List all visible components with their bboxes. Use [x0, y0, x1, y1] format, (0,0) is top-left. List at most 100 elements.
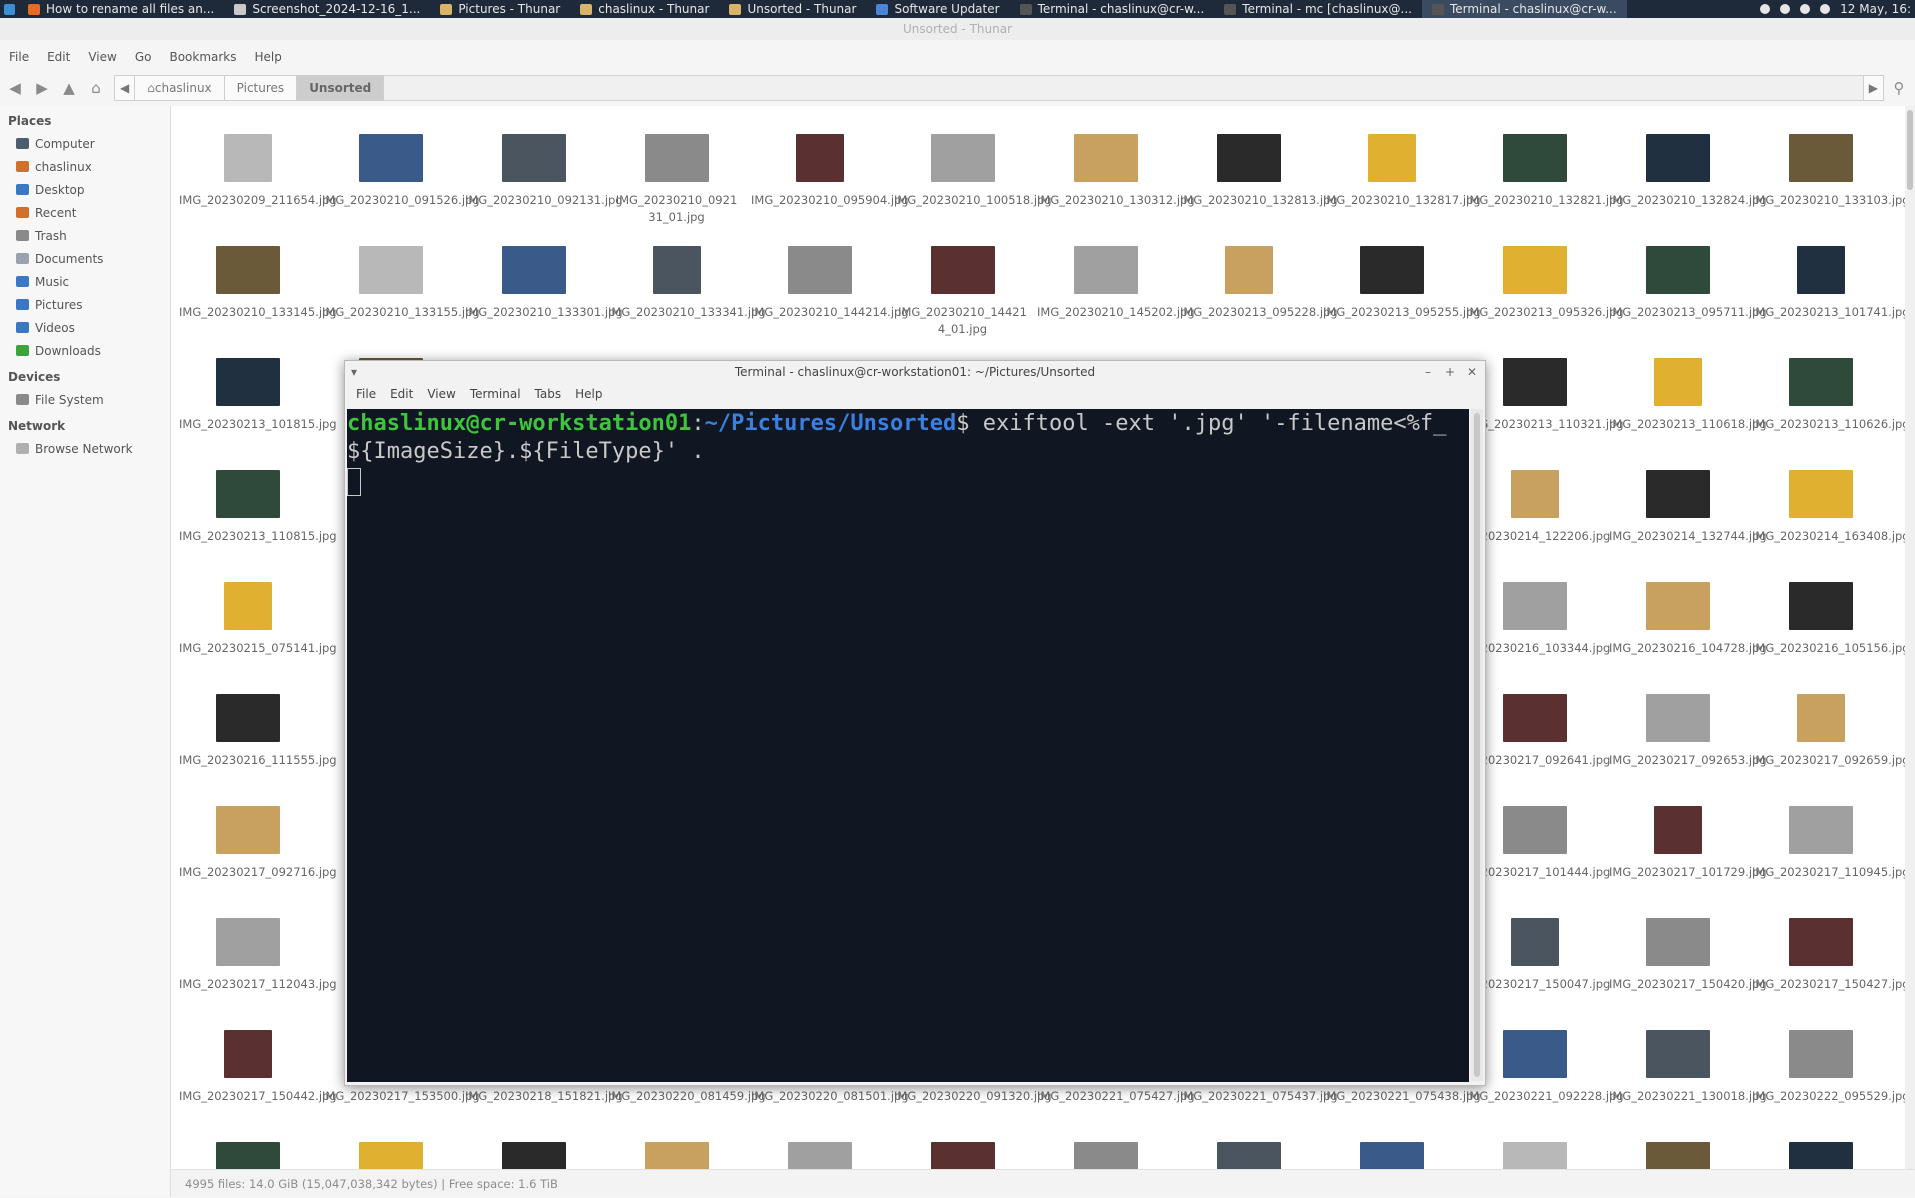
- file-item[interactable]: IMG_20230210_144214.jpg: [751, 228, 909, 328]
- taskbar-task[interactable]: Terminal - chaslinux@cr-w...: [1010, 0, 1215, 18]
- file-item[interactable]: IMG_20230210_133341.jpg: [608, 228, 766, 328]
- file-item[interactable]: IMG_20230210_133155.jpg: [322, 228, 480, 328]
- taskbar-task[interactable]: Unsorted - Thunar: [719, 0, 866, 18]
- sidebar-item-desktop[interactable]: Desktop: [0, 178, 170, 201]
- sidebar-item-chaslinux[interactable]: chaslinux: [0, 155, 170, 178]
- file-item[interactable]: IMG_20230214_132744.jpg: [1609, 452, 1767, 552]
- file-item[interactable]: IMG_20230210_14421 4_01.jpg: [894, 228, 1031, 336]
- volume-icon[interactable]: [1820, 4, 1831, 14]
- terminal-scrollbar[interactable]: [1471, 409, 1483, 1081]
- sidebar-item-recent[interactable]: Recent: [0, 201, 170, 224]
- terminal-menu-item[interactable]: View: [420, 383, 462, 405]
- terminal-menu-item[interactable]: File: [349, 383, 383, 405]
- file-item[interactable]: IMG_20230210_092131.jpg: [465, 116, 623, 216]
- file-item[interactable]: IMG_20230216_105156.jpg: [1752, 564, 1905, 664]
- file-item[interactable]: [608, 1124, 745, 1169]
- content-scrollbar[interactable]: [1905, 106, 1915, 1169]
- back-icon[interactable]: ◀: [3, 76, 27, 100]
- taskbar-task[interactable]: chaslinux - Thunar: [570, 0, 719, 18]
- file-item[interactable]: [1466, 1124, 1603, 1169]
- menu-item[interactable]: File: [0, 46, 38, 68]
- terminal-menu-item[interactable]: Terminal: [463, 383, 528, 405]
- file-item[interactable]: IMG_20230210_132824.jpg: [1609, 116, 1767, 216]
- file-item[interactable]: [1609, 1124, 1746, 1169]
- clock[interactable]: 12 May, 16:: [1840, 2, 1911, 16]
- file-item[interactable]: [1180, 1124, 1317, 1169]
- file-item[interactable]: IMG_20230217_112043.jpg: [179, 900, 337, 1000]
- maximize-icon[interactable]: +: [1445, 361, 1455, 383]
- sidebar-item-documents[interactable]: Documents: [0, 247, 170, 270]
- taskbar-task[interactable]: Terminal - mc [chaslinux@...: [1214, 0, 1422, 18]
- up-icon[interactable]: ▲: [57, 76, 81, 100]
- file-item[interactable]: IMG_20230210_132813.jpg: [1180, 116, 1338, 216]
- taskbar-task[interactable]: Screenshot_2024-12-16_1...: [224, 0, 430, 18]
- file-item[interactable]: [322, 1124, 459, 1169]
- taskbar-task[interactable]: Pictures - Thunar: [430, 0, 570, 18]
- file-item[interactable]: G_20230217_101444.jpg: [1466, 788, 1610, 888]
- file-item[interactable]: IMG_20230210_100518.jpg: [894, 116, 1052, 216]
- file-item[interactable]: IMG_20230221_092228.jpg: [1466, 1012, 1624, 1112]
- file-item[interactable]: IMG_20230209_211654.jpg: [179, 116, 337, 216]
- file-item[interactable]: IMG_20230213_101815.jpg: [179, 340, 337, 440]
- file-item[interactable]: IMG_20230213_110815.jpg: [179, 452, 337, 552]
- file-item[interactable]: G_20230214_122206.jpg: [1466, 452, 1610, 552]
- terminal-output[interactable]: chaslinux@cr-workstation01:~/Pictures/Un…: [347, 409, 1469, 1082]
- file-item[interactable]: [465, 1124, 602, 1169]
- file-item[interactable]: [894, 1124, 1031, 1169]
- file-item[interactable]: IMG_20230210_145202.jpg: [1037, 228, 1195, 328]
- file-item[interactable]: IMG_20230210_091526.jpg: [322, 116, 480, 216]
- file-item[interactable]: IMG_20230213_110618.jpg: [1609, 340, 1767, 440]
- file-item[interactable]: IMG_20230217_150427.jpg: [1752, 900, 1905, 1000]
- close-icon[interactable]: ✕: [1467, 361, 1477, 383]
- terminal-scrollbar-thumb[interactable]: [1474, 413, 1480, 1077]
- file-item[interactable]: IMG_20230221_130018.jpg: [1609, 1012, 1767, 1112]
- file-item[interactable]: IMG_20230217_150420.jpg: [1609, 900, 1767, 1000]
- file-item[interactable]: IMG_20230210_095904.jpg: [751, 116, 909, 216]
- file-item[interactable]: IMG_20230217_092659.jpg: [1752, 676, 1905, 776]
- terminal-window[interactable]: ▾ Terminal - chaslinux@cr-workstation01:…: [344, 360, 1486, 1086]
- power-icon[interactable]: [1800, 4, 1811, 14]
- breadcrumb-right-arrow[interactable]: ▶: [1862, 75, 1884, 101]
- forward-icon[interactable]: ▶: [30, 76, 54, 100]
- file-item[interactable]: IMG_20230213_101741.jpg: [1752, 228, 1905, 328]
- file-item[interactable]: IMG_20230216_111555.jpg: [179, 676, 337, 776]
- file-item[interactable]: [179, 1124, 316, 1169]
- menu-item[interactable]: View: [79, 46, 125, 68]
- file-item[interactable]: IMG_20230216_104728.jpg: [1609, 564, 1767, 664]
- file-item[interactable]: IMG_20230217_110945.jpg: [1752, 788, 1905, 888]
- terminal-titlebar[interactable]: ▾ Terminal - chaslinux@cr-workstation01:…: [345, 361, 1485, 383]
- file-item[interactable]: IMG_20230210_133103.jpg: [1752, 116, 1905, 216]
- menu-item[interactable]: Edit: [38, 46, 79, 68]
- file-item[interactable]: G_20230216_103344.jpg: [1466, 564, 1610, 664]
- network-icon[interactable]: [1760, 4, 1771, 14]
- search-icon[interactable]: ⚲: [1887, 76, 1911, 100]
- terminal-menu-item[interactable]: Help: [568, 383, 609, 405]
- taskbar-task[interactable]: Software Updater: [866, 0, 1009, 18]
- minimize-icon[interactable]: –: [1425, 361, 1431, 383]
- sidebar-item-pictures[interactable]: Pictures: [0, 293, 170, 316]
- file-item[interactable]: IMG_20230222_095529.jpg: [1752, 1012, 1905, 1112]
- home-icon[interactable]: ⌂: [84, 76, 108, 100]
- taskbar-task[interactable]: How to rename all files an...: [18, 0, 224, 18]
- file-item[interactable]: IMG_20230210_0921 31_01.jpg: [608, 116, 745, 224]
- file-item[interactable]: IMG_20230213_095326.jpg: [1466, 228, 1624, 328]
- menu-item[interactable]: Bookmarks: [160, 46, 245, 68]
- file-item[interactable]: G_20230217_150047.jpg: [1466, 900, 1610, 1000]
- file-item[interactable]: IMG_20230217_092716.jpg: [179, 788, 337, 888]
- breadcrumb-item[interactable]: Unsorted: [296, 75, 385, 101]
- terminal-menu-item[interactable]: Tabs: [528, 383, 569, 405]
- breadcrumb-left-arrow[interactable]: ◀: [114, 75, 136, 101]
- file-item[interactable]: IMG_20230213_095255.jpg: [1323, 228, 1481, 328]
- file-item[interactable]: IMG_20230214_163408.jpg: [1752, 452, 1905, 552]
- breadcrumb-item[interactable]: Pictures: [223, 75, 298, 101]
- file-item[interactable]: G_20230217_092641.jpg: [1466, 676, 1610, 776]
- sidebar-item-music[interactable]: Music: [0, 270, 170, 293]
- file-item[interactable]: IMG_20230213_095228.jpg: [1180, 228, 1338, 328]
- sidebar-item-computer[interactable]: Computer: [0, 132, 170, 155]
- sidebar-item-file-system[interactable]: File System: [0, 388, 170, 411]
- file-item[interactable]: [1323, 1124, 1460, 1169]
- file-item[interactable]: [1037, 1124, 1174, 1169]
- start-menu-button[interactable]: [0, 0, 18, 18]
- file-item[interactable]: IMG_20230215_075141.jpg: [179, 564, 337, 664]
- file-item[interactable]: IMG_20230213_095711.jpg: [1609, 228, 1767, 328]
